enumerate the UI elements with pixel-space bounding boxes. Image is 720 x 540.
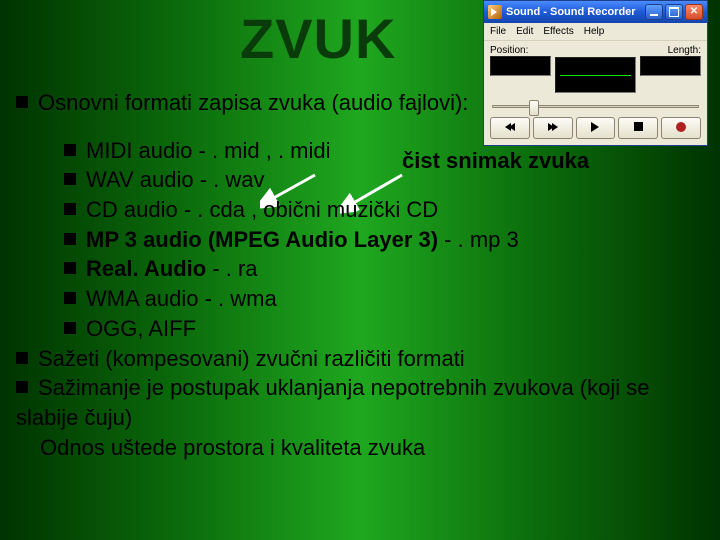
format-item: CD audio - . cda , obični muzički CD <box>16 195 704 225</box>
menu-effects[interactable]: Effects <box>543 26 573 37</box>
format-item: WAV audio - . wav <box>16 165 704 195</box>
format-item: WMA audio - . wma <box>16 284 704 314</box>
format-prefix: MP 3 audio (MPEG Audio Layer 3) <box>86 227 438 252</box>
transport-controls <box>490 117 701 139</box>
after-text: Sažimanje je postupak uklanjanja nepotre… <box>16 375 649 430</box>
position-label: Position: <box>490 45 551 56</box>
after-line: Sažimanje je postupak uklanjanja nepotre… <box>16 373 704 432</box>
format-item: OGG, AIFF <box>16 314 704 344</box>
window-title: Sound - Sound Recorder <box>506 6 643 18</box>
speaker-icon <box>488 5 502 19</box>
length-readout: Length: 69.60 sec. <box>640 45 701 93</box>
slide-title: ZVUK <box>240 6 396 71</box>
format-prefix: CD audio <box>86 197 178 222</box>
bullet-icon <box>64 292 76 304</box>
sound-recorder-window: Sound - Sound Recorder File Edit Effects… <box>483 0 708 146</box>
bullet-icon <box>64 173 76 185</box>
play-button[interactable] <box>576 117 616 139</box>
stop-button[interactable] <box>618 117 658 139</box>
maximize-button[interactable] <box>665 4 683 20</box>
bullet-icon <box>64 322 76 334</box>
bullet-icon <box>16 96 28 108</box>
after-text: Sažeti (kompesovani) zvučni različiti fo… <box>38 346 465 371</box>
bullet-icon <box>16 352 28 364</box>
format-suffix: - . wav <box>194 167 265 192</box>
bullet-icon <box>64 144 76 156</box>
format-prefix: MIDI audio <box>86 138 192 163</box>
minimize-button[interactable] <box>645 4 663 20</box>
format-suffix: - . cda , obični muzički CD <box>178 197 438 222</box>
menu-file[interactable]: File <box>490 26 506 37</box>
seek-forward-button[interactable] <box>533 117 573 139</box>
after-text: Odnos uštede prostora i kvaliteta zvuka <box>40 435 425 460</box>
after-line: Sažeti (kompesovani) zvučni različiti fo… <box>16 344 704 374</box>
close-button[interactable] <box>685 4 703 20</box>
format-suffix: - . mp 3 <box>438 227 519 252</box>
intro-text: Osnovni formati zapisa zvuka (audio fajl… <box>38 90 468 115</box>
position-readout: Position: 13.60 sec. <box>490 45 551 93</box>
format-prefix: OGG, AIFF <box>86 316 196 341</box>
seek-forward-icon <box>548 123 558 134</box>
play-icon <box>591 122 599 135</box>
seek-back-icon <box>505 123 515 134</box>
format-prefix: WAV audio <box>86 167 194 192</box>
format-suffix: - . ra <box>206 256 257 281</box>
bullet-icon <box>64 203 76 215</box>
menu-edit[interactable]: Edit <box>516 26 533 37</box>
record-button[interactable] <box>661 117 701 139</box>
length-label: Length: <box>640 45 701 56</box>
menu-bar: File Edit Effects Help <box>484 23 707 41</box>
menu-help[interactable]: Help <box>584 26 605 37</box>
recorder-body: Position: 13.60 sec. Length: 69.60 sec. <box>484 41 707 145</box>
format-item: MP 3 audio (MPEG Audio Layer 3) - . mp 3 <box>16 225 704 255</box>
stop-icon <box>634 122 643 134</box>
bullet-icon <box>64 233 76 245</box>
length-value: 69.60 sec. <box>640 56 701 76</box>
seek-slider[interactable] <box>492 99 699 113</box>
after-line: Odnos uštede prostora i kvaliteta zvuka <box>16 433 704 463</box>
record-icon <box>676 122 686 135</box>
waveform-display <box>555 57 636 93</box>
format-suffix: - . mid , . midi <box>192 138 330 163</box>
bullet-icon <box>16 381 28 393</box>
format-prefix: Real. Audio <box>86 256 206 281</box>
titlebar[interactable]: Sound - Sound Recorder <box>484 1 707 23</box>
bullet-icon <box>64 262 76 274</box>
format-suffix: - . wma <box>199 286 277 311</box>
position-value: 13.60 sec. <box>490 56 551 76</box>
format-item: Real. Audio - . ra <box>16 254 704 284</box>
seek-back-button[interactable] <box>490 117 530 139</box>
format-prefix: WMA audio <box>86 286 199 311</box>
